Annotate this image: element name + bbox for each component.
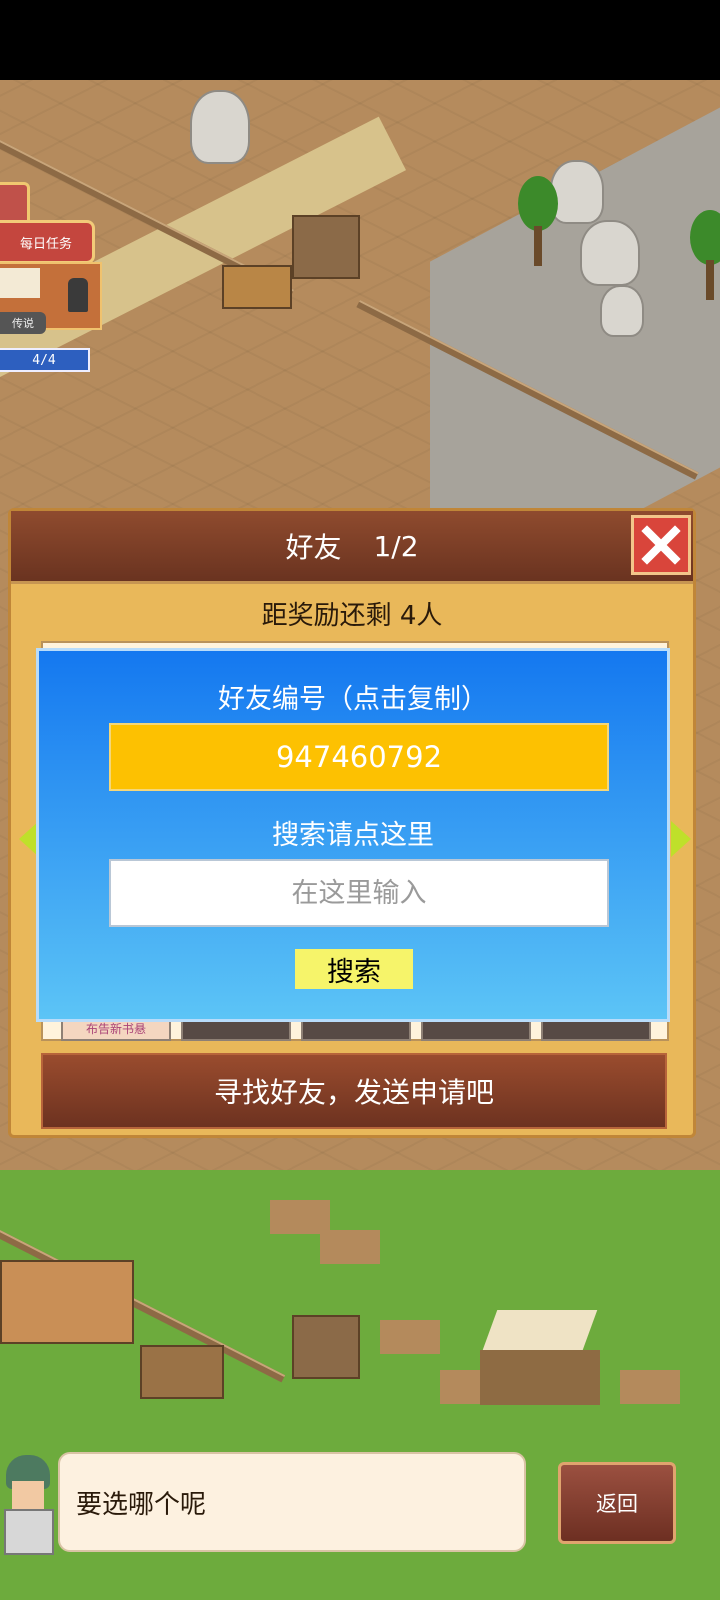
speech-bubble: 要选哪个呢 xyxy=(58,1452,526,1552)
close-icon xyxy=(641,525,681,565)
tent-shop[interactable] xyxy=(480,1310,600,1410)
panel-title: 好友 1/2 xyxy=(11,511,693,581)
rock xyxy=(550,160,604,224)
rock xyxy=(600,285,644,337)
page-indicator: 1/2 xyxy=(373,529,419,563)
rock xyxy=(580,220,640,286)
arrow-right-icon[interactable] xyxy=(671,821,691,857)
advisor-avatar xyxy=(0,1455,60,1555)
daily-quest-button[interactable]: 每日任务 xyxy=(0,220,95,264)
panel-title-text: 好友 xyxy=(285,531,342,564)
rock xyxy=(190,90,250,164)
speech-text: 要选哪个呢 xyxy=(76,1489,207,1520)
gossip-button[interactable]: 传说 xyxy=(0,312,46,334)
dirt-patch xyxy=(620,1370,680,1404)
wooden-gate[interactable] xyxy=(292,215,360,279)
tree xyxy=(518,176,558,266)
reward-remaining-text: 距奖励还剩 4人 xyxy=(261,601,443,631)
dirt-patch xyxy=(380,1320,440,1354)
tree xyxy=(690,210,720,300)
market-stall[interactable] xyxy=(222,265,292,309)
search-button[interactable]: 搜索 xyxy=(295,949,413,989)
wooden-gate[interactable] xyxy=(292,1315,360,1379)
status-bar xyxy=(0,0,720,80)
friend-id-dialog: 好友编号（点击复制） 947460792 搜索请点这里 搜索 xyxy=(36,648,670,1022)
shop-roof xyxy=(0,268,40,298)
find-friends-button[interactable]: 寻找好友，发送申请吧 xyxy=(41,1053,667,1129)
dirt-patch xyxy=(270,1200,330,1234)
dirt-patch xyxy=(320,1230,380,1264)
friend-search-input[interactable] xyxy=(109,859,609,927)
progress-counter: 4/4 xyxy=(0,348,90,372)
item-storage[interactable] xyxy=(0,1260,134,1344)
search-prompt-label: 搜索请点这里 xyxy=(272,820,434,851)
npc-figure xyxy=(68,278,88,312)
back-button[interactable]: 返回 xyxy=(558,1462,676,1544)
animal-pen[interactable] xyxy=(140,1345,224,1399)
close-button[interactable] xyxy=(631,515,691,575)
friend-id-copy-button[interactable]: 947460792 xyxy=(109,723,609,791)
friend-id-label: 好友编号（点击复制） xyxy=(218,684,488,715)
